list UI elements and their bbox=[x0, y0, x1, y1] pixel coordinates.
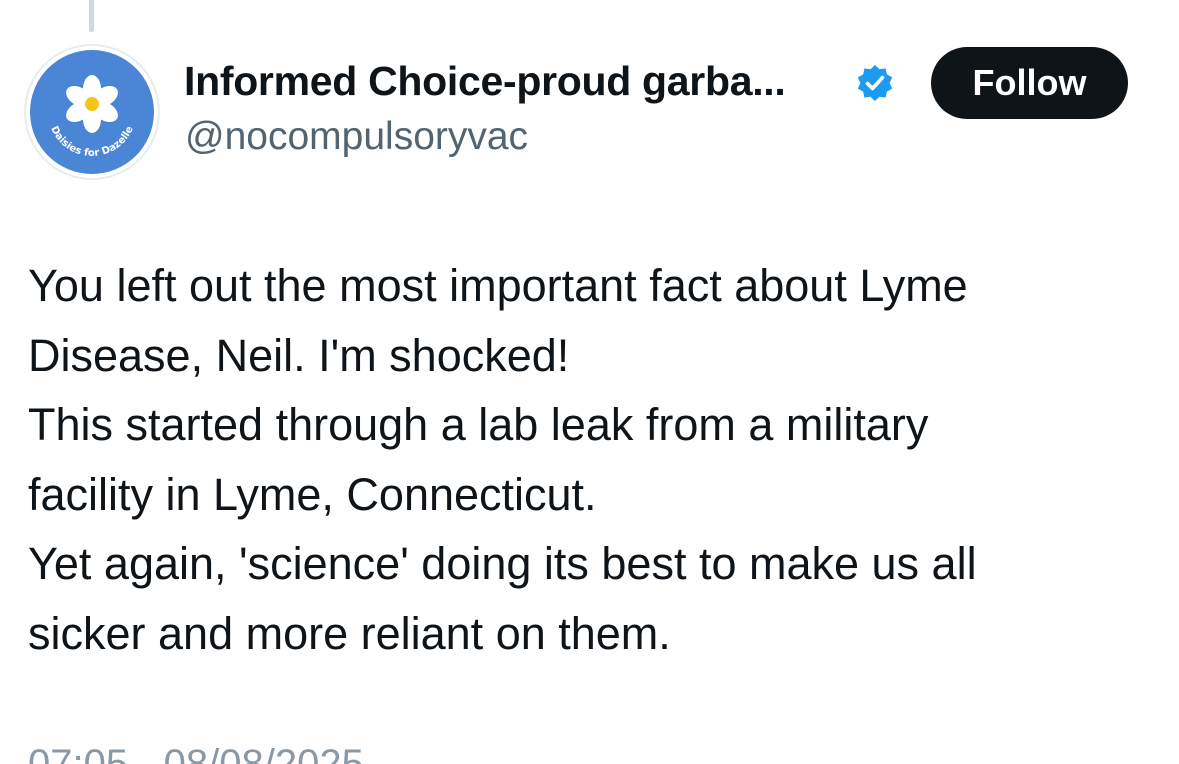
tweet-text: You left out the most important fact abo… bbox=[28, 251, 1158, 669]
daisy-icon: Daisies for Dazelle bbox=[30, 50, 154, 174]
author-handle[interactable]: @nocompulsoryvac bbox=[185, 115, 528, 159]
verified-badge-icon bbox=[857, 65, 893, 101]
tweet-text-line: sicker and more reliant on them. bbox=[28, 607, 671, 659]
tweet-timestamp[interactable]: 07:05 · 08/08/2025 bbox=[28, 742, 364, 764]
tweet-text-line: facility in Lyme, Connecticut. bbox=[28, 468, 597, 520]
tweet-text-line: Yet again, 'science' doing its best to m… bbox=[28, 538, 977, 590]
thread-connector-line bbox=[89, 0, 94, 32]
follow-button[interactable]: Follow bbox=[931, 47, 1128, 119]
tweet-text-line: You left out the most important fact abo… bbox=[28, 260, 968, 311]
tweet-text-line: This started through a lab leak from a m… bbox=[28, 399, 929, 451]
avatar[interactable]: Daisies for Dazelle bbox=[24, 44, 160, 180]
author-display-name[interactable]: Informed Choice-proud garba... bbox=[184, 58, 786, 105]
tweet-text-line: Disease, Neil. I'm shocked! bbox=[28, 329, 570, 381]
